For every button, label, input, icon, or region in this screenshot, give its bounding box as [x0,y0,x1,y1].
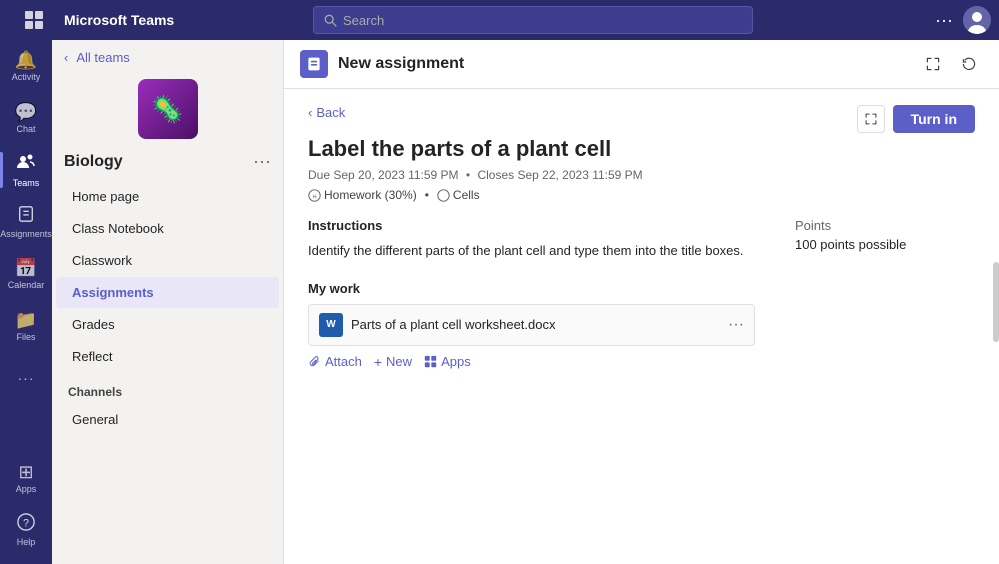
turn-in-button[interactable]: Turn in [893,105,975,133]
file-name: Parts of a plant cell worksheet.docx [351,317,720,332]
two-col-layout: Instructions Identify the different part… [308,218,975,370]
attach-action[interactable]: Attach [308,354,362,369]
app-title: Microsoft Teams [64,12,224,28]
homework-icon: H [308,189,321,202]
svg-text:H: H [312,194,316,200]
nav-item-more[interactable]: ··· [0,352,52,404]
close-date: Closes Sep 22, 2023 11:59 PM [477,168,642,182]
help-icon: ? [17,513,35,534]
nav-rail: 🔔 Activity 💬 Chat Teams Assignments 📅 Ca… [0,40,52,564]
all-teams-link[interactable]: All teams [76,50,129,65]
assignment-meta: Due Sep 20, 2023 11:59 PM • Closes Sep 2… [308,168,975,182]
apps-small-icon [424,355,437,368]
assignments-icon [17,205,35,226]
new-action[interactable]: + New [374,354,412,370]
main-layout: 🔔 Activity 💬 Chat Teams Assignments 📅 Ca… [0,40,999,564]
assignment-tags: H Homework (30%) • Cells [308,188,975,202]
apps-icon: ⊞ [18,463,33,481]
work-actions: Attach + New Apps [308,354,755,370]
assignment-expand-button[interactable] [857,105,885,133]
sidebar-item-assignments[interactable]: Assignments [56,277,279,308]
team-menu-button[interactable]: ··· [253,151,271,172]
assignment-right: Points 100 points possible [795,218,975,370]
apps-action[interactable]: Apps [424,354,471,369]
expand-button[interactable] [919,50,947,78]
sidebar-item-grades[interactable]: Grades [56,309,279,340]
nav-item-files[interactable]: 📁 Files [0,300,52,352]
sidebar-item-notebook[interactable]: Class Notebook [56,213,279,244]
team-name: Biology [64,153,123,171]
file-menu-button[interactable]: ··· [728,316,744,334]
files-icon: 📁 [15,311,37,329]
category-label: Homework (30%) [324,188,417,202]
new-label: New [386,354,412,369]
attach-label: Attach [325,354,362,369]
file-card: W Parts of a plant cell worksheet.docx ·… [308,304,755,346]
nav-item-help[interactable]: ? Help [0,504,52,556]
more-icon: ··· [18,371,35,385]
back-label: Back [316,105,345,120]
search-icon [324,14,337,27]
attach-icon [308,355,321,368]
content-header-icon [300,50,328,78]
team-avatar: 🦠 [138,79,198,139]
apps-label: Apps [441,354,471,369]
back-link[interactable]: ‹ Back [308,105,345,120]
team-sidebar: ‹ All teams 🦠 Biology ··· Home page Clas… [52,40,284,564]
points-value: 100 points possible [795,237,975,252]
content-area: New assignment ‹ Back [284,40,999,564]
activity-icon: 🔔 [15,51,37,69]
refresh-button[interactable] [955,50,983,78]
content-header-actions [919,50,983,78]
teams-icon [16,152,36,175]
instructions-label: Instructions [308,218,755,233]
sidebar-item-home[interactable]: Home page [56,181,279,212]
grid-icon [24,10,44,30]
back-to-teams[interactable]: ‹ All teams [52,40,283,75]
topic-label: Cells [453,188,480,202]
sidebar-item-classwork[interactable]: Classwork [56,245,279,276]
nav-item-chat[interactable]: 💬 Chat [0,92,52,144]
assignment-left: Instructions Identify the different part… [308,218,755,370]
top-bar-right: ··· [931,6,991,35]
top-bar: Microsoft Teams ··· [0,0,999,40]
back-chevron-icon: ‹ [308,105,312,120]
svg-text:?: ? [23,518,29,530]
assignment-body: ‹ Back Turn in Label the parts of a plan… [284,89,999,386]
my-work-section: My work W Parts of a plant cell workshee… [308,281,755,370]
nav-item-apps[interactable]: ⊞ Apps [0,452,52,504]
nav-item-assignments[interactable]: Assignments [0,196,52,248]
avatar-image [963,6,991,34]
content-header: New assignment [284,40,999,89]
instructions-text: Identify the different parts of the plan… [308,241,755,261]
search-input[interactable] [343,13,742,28]
my-work-label: My work [308,281,755,296]
due-date: Due Sep 20, 2023 11:59 PM [308,168,459,182]
category-tag: H Homework (30%) [308,188,417,202]
file-type-icon: W [319,313,343,337]
nav-item-activity[interactable]: 🔔 Activity [0,40,52,92]
sidebar-item-reflect[interactable]: Reflect [56,341,279,372]
channels-header: Channels [52,373,283,403]
assignment-title: Label the parts of a plant cell [308,136,975,162]
scrollbar-thumb[interactable] [993,262,999,342]
nav-item-calendar[interactable]: 📅 Calendar [0,248,52,300]
tag-separator: • [425,188,429,202]
search-bar[interactable] [313,6,753,34]
calendar-icon: 📅 [15,259,37,277]
app-logo-area [8,10,60,30]
sidebar-item-general[interactable]: General [56,404,279,435]
nav-item-teams[interactable]: Teams [0,144,52,196]
chat-icon: 💬 [15,103,37,121]
topic-tag: Cells [437,188,480,202]
user-avatar[interactable] [963,6,991,34]
content-header-title: New assignment [338,55,919,73]
plus-icon: + [374,354,382,370]
tag-icon [437,189,450,202]
points-label: Points [795,218,975,233]
more-options-button[interactable]: ··· [931,6,957,35]
team-name-row: Biology ··· [52,147,283,180]
